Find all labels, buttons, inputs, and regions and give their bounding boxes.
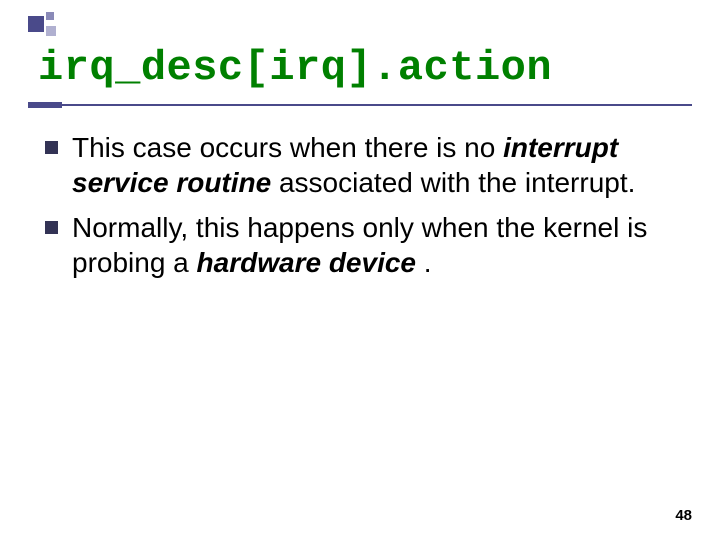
text-run: This case occurs when there is no <box>72 132 503 163</box>
bullet-text: This case occurs when there is no interr… <box>72 130 670 200</box>
page-number: 48 <box>675 507 692 524</box>
corner-decoration <box>28 12 56 40</box>
square-icon <box>46 12 54 20</box>
bullet-text: Normally, this happens only when the ker… <box>72 210 670 280</box>
square-icon <box>28 16 44 32</box>
square-icon <box>46 26 56 36</box>
bullet-icon <box>45 141 58 154</box>
emphasis: hardware device <box>197 247 416 278</box>
text-run: associated with the interrupt. <box>279 167 635 198</box>
list-item: Normally, this happens only when the ker… <box>45 210 670 280</box>
bullet-icon <box>45 221 58 234</box>
slide-title: irq_desc[irq].action <box>38 44 552 92</box>
text-run: . <box>424 247 432 278</box>
title-rule <box>28 102 692 104</box>
rule-line <box>28 104 692 106</box>
slide-body: This case occurs when there is no interr… <box>45 130 670 290</box>
list-item: This case occurs when there is no interr… <box>45 130 670 200</box>
